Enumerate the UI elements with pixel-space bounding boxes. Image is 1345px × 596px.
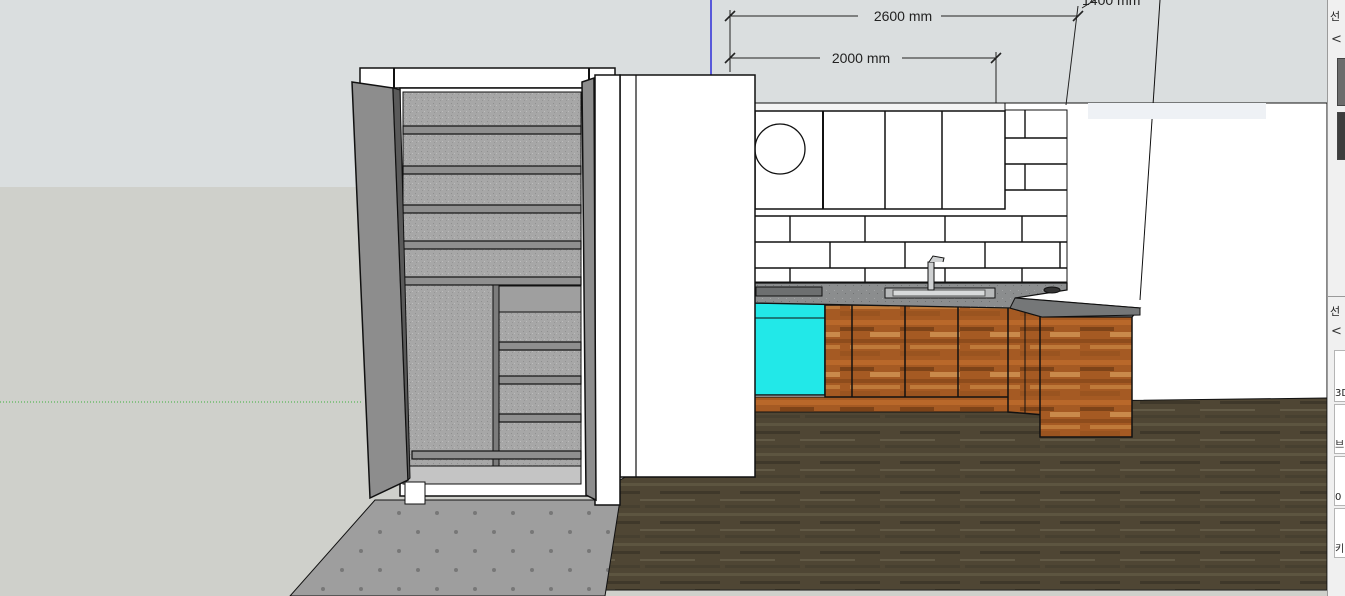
tray-divider	[1328, 296, 1345, 297]
cooktop[interactable]	[755, 286, 823, 297]
dimension-2000-label: 2000 mm	[832, 50, 890, 66]
material-thumbnail-1[interactable]	[1337, 58, 1345, 106]
pantry-cabinet[interactable]	[351, 67, 621, 506]
material-thumbnail-2[interactable]	[1337, 112, 1345, 160]
tray-panel2-collapse-button[interactable]: <	[1331, 322, 1345, 342]
model-viewport[interactable]: 2600 mm 2000 mm 1400 mm	[0, 0, 1327, 596]
kitchen-3d-scene[interactable]: 2600 mm 2000 mm 1400 mm	[0, 0, 1327, 596]
dimension-2600-label: 2600 mm	[874, 8, 932, 24]
tray-panel1-collapse-button[interactable]: <	[1331, 30, 1345, 50]
tray-panel1-title: 선	[1330, 10, 1341, 23]
dimension-1400-label: 1400 mm	[1082, 0, 1140, 8]
dimension-depth[interactable]: 1400 mm	[1081, 0, 1140, 9]
tray-card-3[interactable]: 0	[1334, 456, 1345, 506]
range-hood-circle	[754, 123, 806, 175]
default-tray[interactable]: 선 < 선 < 3D 브 0 키	[1327, 0, 1345, 596]
tray-card-2[interactable]: 브	[1334, 404, 1345, 454]
faint-wall-label	[1088, 103, 1266, 119]
tray-card-1[interactable]: 3D	[1334, 350, 1345, 402]
tray-panel2-title: 선	[1330, 305, 1341, 318]
dishwasher[interactable]	[752, 302, 826, 396]
upper-cabinets[interactable]	[754, 102, 1006, 210]
refrigerator-panel[interactable]	[619, 74, 756, 478]
tray-card-4[interactable]: 키	[1334, 508, 1345, 558]
